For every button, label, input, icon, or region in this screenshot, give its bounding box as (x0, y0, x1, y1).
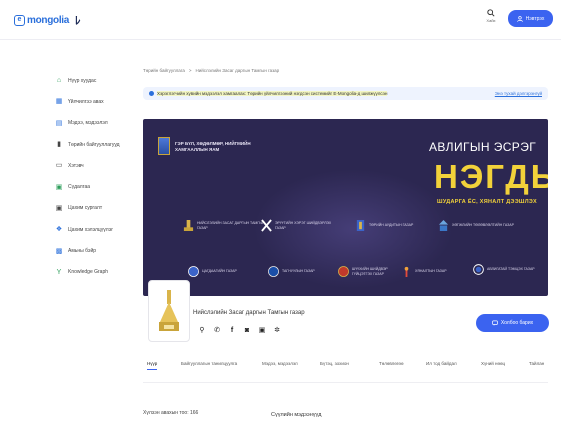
stupa-logo-icon (159, 290, 179, 331)
services-icon: ▦ (55, 98, 63, 106)
sidebar-item-label: Төрийн байгууллагууд (68, 141, 120, 148)
organization-name: Нийслэлийн Засаг даргын Тамгын газар (193, 310, 305, 316)
partner-logo: ТӨРИЙН АУДИТЫН ГАЗАР (355, 219, 430, 232)
partner-logo: ЭРҮҮГИЙН ХЭРЭГ ШИЙДВЭРЛЭХ ГАЗАР (261, 219, 341, 232)
e-mongolia-logo[interactable]: e mongolia ﾚ (14, 12, 81, 28)
sidebar-item-organizations[interactable]: ▮ Төрийн байгууллагууд (55, 134, 145, 155)
cover-banner: ГЭР БҮЛ, ХӨДӨЛМӨР, НИЙГМИЙН ХАМГААЛЛЫН Я… (143, 119, 548, 296)
organization-avatar (148, 280, 190, 342)
phone-icon[interactable]: ✆ (213, 326, 221, 334)
tab-home[interactable]: Нүүр (147, 361, 158, 371)
sidebar-item-life-event[interactable]: ▩ Амьны бэйр (55, 240, 145, 261)
tab-structure[interactable]: Бүтэц, зохион (320, 361, 349, 366)
contact-label: Холбоо барих (500, 320, 534, 326)
sidebar-item-label: Сүдалгаа (68, 184, 91, 191)
banner-slogan: ШУДАРГА ЁС, ХЯНАЛТ ДЭЭШЛЭХ (437, 199, 537, 205)
sidebar-item-news[interactable]: ▤ Мэдээ, мэдээлэл (55, 113, 145, 134)
discussion-icon: ❖ (55, 226, 63, 234)
sidebar-item-label: Үйлчилгээ авах (68, 98, 104, 105)
visitor-count: Хүлээн авахын тоо: 166 (143, 410, 199, 416)
sidebar-item-label: Knowledge Graph (68, 269, 109, 276)
emblem-icon (356, 220, 365, 231)
banner-title-small: АВЛИГЫН ЭСРЭГ (429, 140, 537, 154)
facebook-icon[interactable]: f (228, 326, 236, 334)
police-badge-icon (188, 266, 199, 277)
landmark-icon (438, 220, 449, 231)
message-icon (492, 320, 498, 326)
sidebar-item-e-learning[interactable]: ▣ Цахим сургалт (55, 198, 145, 219)
sidebar-item-wallet[interactable]: ▭ Хэтэвч (55, 155, 145, 176)
banner-org-name: ГЭР БҮЛ, ХӨДӨЛМӨР, НИЙГМИЙН ХАМГААЛЛЫН Я… (175, 141, 251, 152)
ministry-emblem-icon (158, 137, 170, 155)
sidebar-item-label: Нүүр хуудас (68, 77, 97, 84)
tab-transparency[interactable]: Ил тод байдал (426, 361, 457, 366)
notice-bar: Хэрэглэгчийн хувийн мэдээлэл хамгаалах: … (143, 87, 548, 100)
home-icon: ⌂ (56, 77, 62, 85)
knowledge-graph-icon: Y (56, 268, 62, 276)
logo-letter: e (14, 14, 25, 26)
sidebar: ⌂ Нүүр хуудас ▦ Үйлчилгээ авах ▤ Мэдээ, … (55, 70, 145, 283)
crest-icon (338, 266, 349, 277)
main-content: Төрийн байгууллага > Нийслэлийн Засаг да… (143, 0, 549, 427)
life-event-icon: ▩ (55, 247, 63, 255)
location-icon[interactable]: ⚲ (198, 326, 206, 334)
breadcrumb-parent-link[interactable]: Төрийн байгууллага (143, 68, 185, 73)
sidebar-item-discussion[interactable]: ❖ Цахим хэлэлцүүлэг (55, 219, 145, 240)
sidebar-item-label: Хэтэвч (68, 162, 84, 169)
e-learning-icon: ▣ (55, 204, 63, 212)
sidebar-item-label: Амьны бэйр (68, 248, 97, 255)
partner-logo: ХЯНАЛТЫН ГАЗАР (401, 265, 461, 278)
tab-divider (143, 382, 548, 383)
social-links: ⚲ ✆ f ◙ ▣ ✲ (198, 326, 281, 335)
tab-human-resources[interactable]: Хүний нөөц (481, 361, 505, 366)
sidebar-item-services[interactable]: ▦ Үйлчилгээ авах (55, 91, 145, 112)
breadcrumb: Төрийн байгууллага > Нийслэлийн Засаг да… (143, 68, 279, 73)
notice-text: Хэрэглэгчийн хувийн мэдээлэл хамгаалах: … (157, 91, 388, 96)
partner-logo: ХӨГЖЛИЙН ТӨЛӨВЛӨЛТИЙН ГАЗАР (438, 219, 543, 232)
instagram-icon[interactable]: ◙ (243, 326, 251, 334)
tab-reports[interactable]: Тайлан (529, 361, 544, 366)
sidebar-item-survey[interactable]: ▣ Сүдалгаа (55, 176, 145, 197)
partner-logo: АВЛИГАТАЙ ТЭМЦЭХ ГАЗАР (473, 263, 545, 276)
partner-logo: ТАГНУУЛЫН ГАЗАР (268, 265, 338, 278)
tab-news[interactable]: Мэдээ, мэдээлэл (262, 361, 298, 366)
sidebar-item-label: Цахим сургалт (68, 205, 103, 212)
building-icon (183, 220, 194, 231)
web-icon[interactable]: ▣ (258, 326, 266, 334)
contact-button[interactable]: Холбоо барих (476, 314, 549, 332)
torch-icon (404, 266, 409, 277)
crossed-keys-icon (261, 219, 272, 232)
survey-icon: ▣ (55, 183, 63, 191)
logo-mark-icon: ﾚ (75, 15, 81, 27)
partner-logo: ЦАГДААГИЙН ГАЗАР (188, 265, 248, 278)
tab-plan[interactable]: Төлөвлөгөө (379, 361, 403, 366)
sidebar-item-label: Мэдээ, мэдээлэл (68, 120, 108, 127)
banner-title-big: НЭГДЬЕ (434, 158, 548, 195)
wallet-icon: ▭ (55, 162, 63, 170)
logo-text: mongolia (27, 14, 70, 26)
partner-logo: ШҮҮХИЙН ШИЙДВЭР ГҮЙЦЭТГЭХ ГАЗАР (338, 265, 398, 278)
seal-icon (268, 266, 279, 277)
breadcrumb-separator: > (188, 68, 192, 73)
sidebar-item-home[interactable]: ⌂ Нүүр хуудас (55, 70, 145, 91)
info-icon (149, 91, 154, 96)
notice-link[interactable]: Энэ тухай дэлгэрэнгүй (495, 91, 542, 96)
settings-icon[interactable]: ✲ (273, 326, 281, 334)
organization-icon: ▮ (57, 141, 61, 149)
breadcrumb-current: Нийслэлийн Засаг даргын Тамгын газар (195, 68, 280, 73)
sidebar-item-knowledge-graph[interactable]: Y Knowledge Graph (55, 262, 145, 283)
tab-about[interactable]: Байгууллагын танилцуулга (181, 361, 237, 366)
news-icon: ▤ (55, 119, 63, 127)
circle-logo-icon (473, 264, 484, 275)
latest-news-heading: Сүүлийн мэдээнүүд (271, 412, 322, 418)
partner-logo: НИЙСЛЭЛИЙН ЗАСАГ ДАРГЫН ТАМГЫН ГАЗАР (183, 219, 273, 232)
sidebar-item-label: Цахим хэлэлцүүлэг (68, 226, 114, 233)
